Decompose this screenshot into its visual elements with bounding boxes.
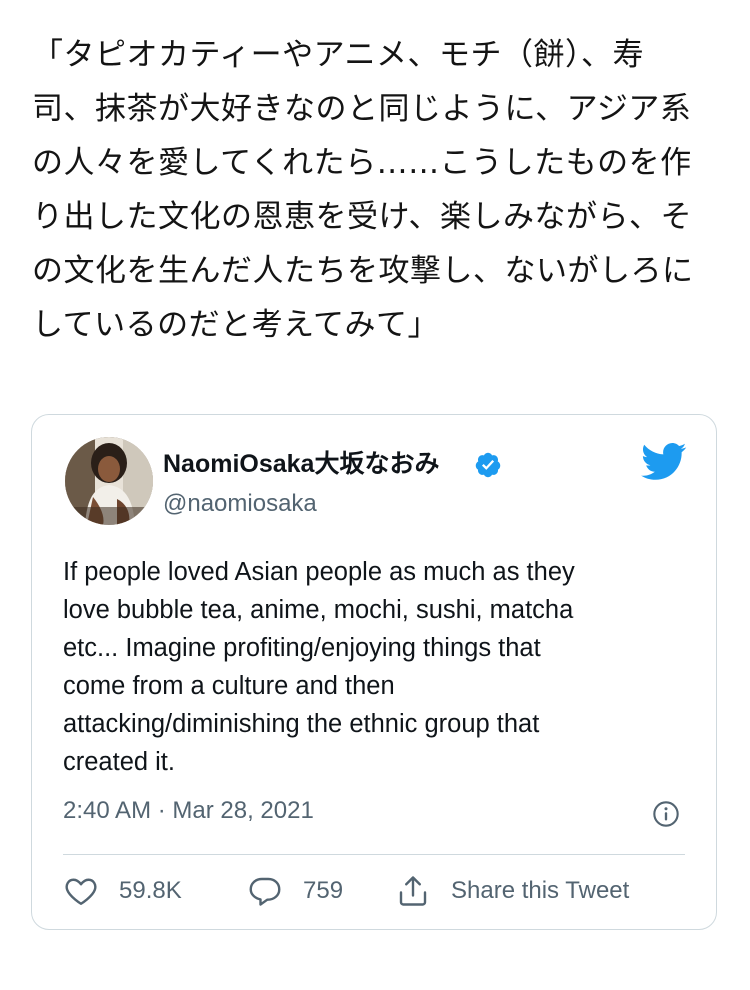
share-icon — [399, 876, 427, 906]
tweet-text: If people loved Asian people as much as … — [63, 553, 683, 781]
quote-line: 司、抹茶が大好きなのと同じように、アジア系 — [32, 91, 692, 127]
info-icon[interactable] — [652, 800, 680, 828]
tweet-text-line: etc... Imagine profiting/enjoying things… — [63, 634, 541, 662]
reply-bubble-icon — [249, 877, 281, 906]
quote-line: 「タピオカティーやアニメ、モチ（餅）、寿 — [32, 37, 645, 73]
avatar[interactable] — [65, 437, 153, 525]
verified-badge-icon — [475, 452, 501, 478]
like-button[interactable]: 59.8K — [63, 871, 182, 911]
tweet-actions: 59.8K 759 Share this Tweet — [63, 871, 703, 911]
quote-line: しているのだと考えてみて」 — [32, 307, 440, 343]
quote-line: の人々を愛してくれたら……こうしたものを作 — [32, 145, 692, 181]
divider — [63, 854, 685, 855]
user-handle[interactable]: @naomiosaka — [163, 488, 317, 520]
display-name[interactable]: NaomiOsaka大坂なおみ — [163, 448, 439, 480]
quote-line: の文化を生んだ人たちを攻撃し、ないがしろに — [32, 253, 694, 289]
twitter-bird-icon[interactable] — [641, 442, 687, 482]
embedded-tweet-card[interactable]: NaomiOsaka大坂なおみ @naomiosaka If people lo… — [31, 414, 717, 930]
share-tweet-button[interactable]: Share this Tweet — [395, 871, 629, 911]
reply-count: 759 — [303, 877, 344, 904]
tweet-text-line: If people loved Asian people as much as … — [63, 558, 575, 586]
share-label: Share this Tweet — [451, 877, 630, 904]
quote-line: り出した文化の恩恵を受け、楽しみながら、そ — [32, 199, 692, 235]
tweet-text-line: created it. — [63, 748, 175, 776]
tweet-timestamp[interactable]: 2:40 AM · Mar 28, 2021 — [63, 795, 314, 827]
like-count: 59.8K — [119, 877, 182, 904]
japanese-quote: 「タピオカティーやアニメ、モチ（餅）、寿 司、抹茶が大好きなのと同じように、アジ… — [32, 28, 722, 352]
tweet-text-line: love bubble tea, anime, mochi, sushi, ma… — [63, 596, 574, 624]
tweet-text-line: attacking/diminishing the ethnic group t… — [63, 710, 540, 738]
reply-button[interactable]: 759 — [247, 871, 343, 911]
heart-icon — [65, 878, 97, 905]
tweet-text-line: come from a culture and then — [63, 672, 395, 700]
